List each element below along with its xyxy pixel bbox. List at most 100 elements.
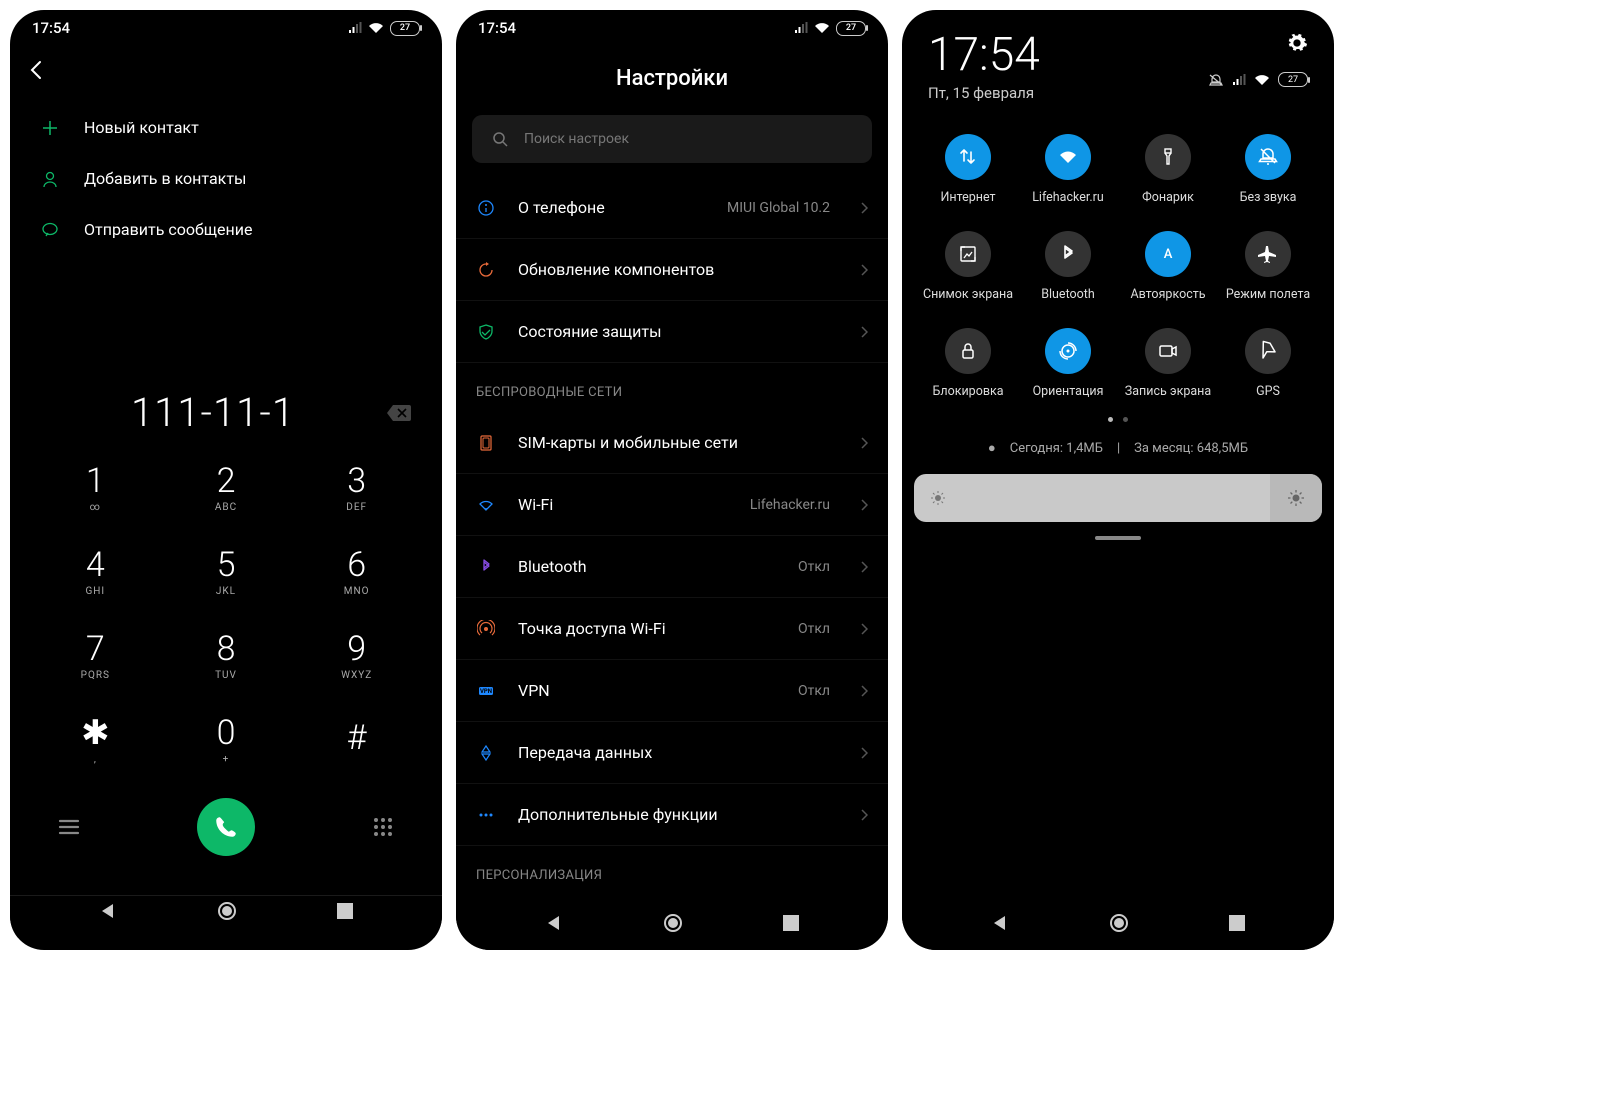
qs-tile-label: Bluetooth xyxy=(1041,287,1095,302)
section-header: БЕСПРОВОДНЫЕ СЕТИ xyxy=(456,363,888,412)
call-button[interactable] xyxy=(197,798,255,856)
status-bar: 17:54 27 xyxy=(456,10,888,46)
qs-tile-lock[interactable]: Блокировка xyxy=(918,328,1018,399)
key-digit: 1 xyxy=(86,464,105,498)
settings-row-Bluetooth[interactable]: Bluetooth Откл xyxy=(456,536,888,598)
key-letters: JKL xyxy=(216,586,236,597)
more-icon xyxy=(476,806,496,824)
dialed-number: 111-11-1 xyxy=(40,389,386,436)
hotspot-icon xyxy=(476,620,496,638)
svg-text:VPN: VPN xyxy=(480,688,492,695)
signal-icon xyxy=(794,22,808,34)
settings-label: VPN xyxy=(518,681,776,700)
key-9[interactable]: 9WXYZ xyxy=(291,616,422,696)
key-✱[interactable]: ✱, xyxy=(30,700,161,780)
chevron-right-icon xyxy=(860,684,868,698)
brightness-thumb[interactable] xyxy=(1270,474,1322,522)
new-contact-button[interactable]: Новый контакт xyxy=(18,102,434,153)
key-0[interactable]: 0+ xyxy=(161,700,292,780)
settings-row-Точка доступа Wi-Fi[interactable]: Точка доступа Wi-Fi Откл xyxy=(456,598,888,660)
qs-tile-screenshot[interactable]: Снимок экрана xyxy=(918,231,1018,302)
chevron-right-icon xyxy=(860,436,868,450)
send-sms-button[interactable]: Отправить сообщение xyxy=(18,204,434,255)
send-sms-label: Отправить сообщение xyxy=(84,220,252,239)
settings-row-Дополнительные функции[interactable]: Дополнительные функции xyxy=(456,784,888,846)
nav-back-button[interactable] xyxy=(991,914,1009,932)
signal-icon xyxy=(1232,74,1246,86)
status-time: 17:54 xyxy=(32,19,70,37)
qs-tile-gps[interactable]: GPS xyxy=(1218,328,1318,399)
data-icon xyxy=(476,744,496,762)
settings-row-Обновление компонентов[interactable]: Обновление компонентов xyxy=(456,239,888,301)
key-4[interactable]: 4GHI xyxy=(30,532,161,612)
wifi-icon xyxy=(1045,134,1091,180)
key-7[interactable]: 7PQRS xyxy=(30,616,161,696)
qs-tile-mute[interactable]: Без звука xyxy=(1218,134,1318,205)
qs-tile-record[interactable]: Запись экрана xyxy=(1118,328,1218,399)
wifi-icon xyxy=(476,496,496,514)
key-6[interactable]: 6MNO xyxy=(291,532,422,612)
settings-row-Передача данных[interactable]: Передача данных xyxy=(456,722,888,784)
status-icons: 27 xyxy=(794,21,866,36)
settings-screen: 17:54 27 Настройки Поиск настроек О теле… xyxy=(456,10,888,950)
brightness-slider[interactable] xyxy=(914,474,1322,522)
add-contact-button[interactable]: Добавить в контакты xyxy=(18,153,434,204)
settings-label: Дополнительные функции xyxy=(518,805,838,824)
person-icon xyxy=(40,170,60,188)
record-icon xyxy=(1145,328,1191,374)
chevron-right-icon xyxy=(860,560,868,574)
backspace-button[interactable] xyxy=(386,404,412,422)
qs-tile-wifi[interactable]: Lifehacker.ru xyxy=(1018,134,1118,205)
key-2[interactable]: 2ABC xyxy=(161,448,292,528)
qs-tile-airplane[interactable]: Режим полета xyxy=(1218,231,1318,302)
nav-home-button[interactable] xyxy=(1108,912,1130,934)
svg-text:A: A xyxy=(1164,247,1173,262)
key-1[interactable]: 1∞ xyxy=(30,448,161,528)
battery-icon: 27 xyxy=(836,21,866,36)
qs-tile-data[interactable]: Интернет xyxy=(918,134,1018,205)
settings-row-VPN[interactable]: VPN VPN Откл xyxy=(456,660,888,722)
key-letters: GHI xyxy=(85,586,105,597)
nav-home-button[interactable] xyxy=(216,900,238,922)
settings-row-SIM-карты и мобильные сети[interactable]: SIM-карты и мобильные сети xyxy=(456,412,888,474)
search-input[interactable]: Поиск настроек xyxy=(472,115,872,163)
qs-tile-label: Снимок экрана xyxy=(923,287,1013,302)
key-3[interactable]: 3DEF xyxy=(291,448,422,528)
qs-tile-rotate[interactable]: Ориентация xyxy=(1018,328,1118,399)
status-icons: 27 xyxy=(348,21,420,36)
settings-row-Wi-Fi[interactable]: Wi-Fi Lifehacker.ru xyxy=(456,474,888,536)
menu-button[interactable] xyxy=(54,812,84,842)
settings-row-О телефоне[interactable]: О телефоне MIUI Global 10.2 xyxy=(456,177,888,239)
qs-tile-autobright[interactable]: A Автояркость xyxy=(1118,231,1218,302)
nav-back-button[interactable] xyxy=(99,902,117,920)
chevron-right-icon xyxy=(860,622,868,636)
key-5[interactable]: 5JKL xyxy=(161,532,292,612)
key-letters: WXYZ xyxy=(341,670,372,681)
key-#[interactable]: # xyxy=(291,700,422,780)
key-digit: 8 xyxy=(217,632,236,666)
back-button[interactable] xyxy=(10,46,442,94)
brightness-high-icon xyxy=(1287,489,1305,507)
key-letters: , xyxy=(94,754,97,765)
qs-tile-bt[interactable]: Bluetooth xyxy=(1018,231,1118,302)
settings-value: Lifehacker.ru xyxy=(750,497,830,513)
settings-value: Откл xyxy=(798,683,830,699)
nav-recents-button[interactable] xyxy=(337,903,353,919)
update-icon xyxy=(476,261,496,279)
qs-tile-torch[interactable]: Фонарик xyxy=(1118,134,1218,205)
nav-recents-button[interactable] xyxy=(783,915,799,931)
nav-home-button[interactable] xyxy=(662,912,684,934)
settings-gear-button[interactable] xyxy=(1286,32,1308,54)
nav-recents-button[interactable] xyxy=(1229,915,1245,931)
bt-icon xyxy=(1045,231,1091,277)
dialpad-toggle-button[interactable] xyxy=(368,812,398,842)
settings-row-Состояние защиты[interactable]: Состояние защиты xyxy=(456,301,888,363)
lock-icon xyxy=(945,328,991,374)
mute-icon xyxy=(1208,73,1224,87)
brightness-low-icon xyxy=(930,490,946,506)
page-indicator xyxy=(902,407,1334,436)
key-8[interactable]: 8TUV xyxy=(161,616,292,696)
qs-tile-label: Автояркость xyxy=(1130,287,1205,302)
nav-back-button[interactable] xyxy=(545,914,563,932)
vpn-icon: VPN xyxy=(476,682,496,700)
